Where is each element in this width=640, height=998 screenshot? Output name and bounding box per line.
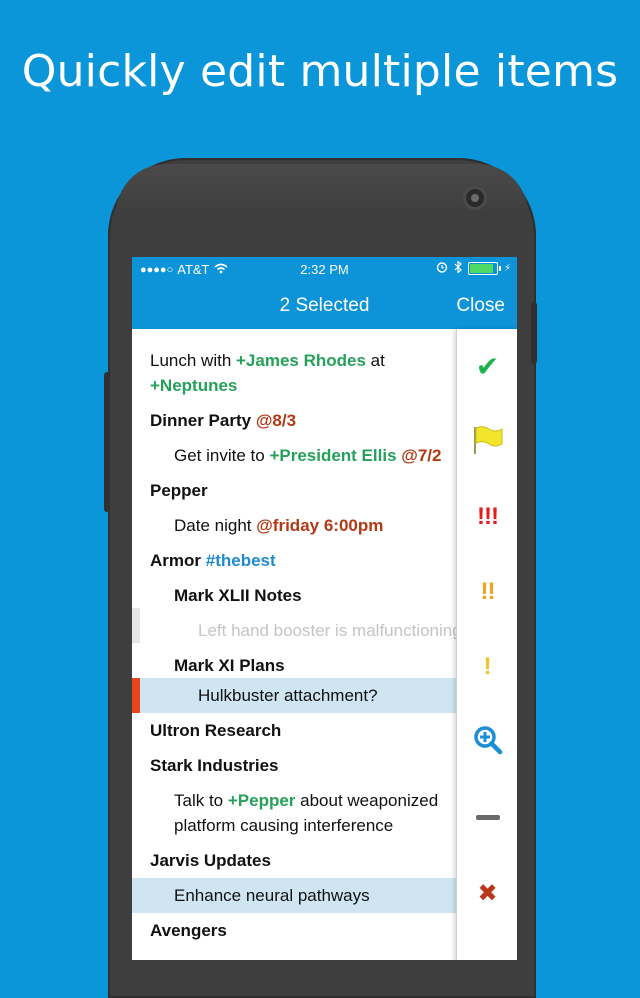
priority-medium-button[interactable]: !! [457,572,517,612]
complete-button[interactable]: ✔ [457,347,517,387]
priority-high-icon: !!! [477,503,499,530]
charging-icon: ⚡ [503,263,511,274]
contact-tag[interactable]: +Neptunes [150,376,237,395]
minus-icon [475,814,500,820]
priority-low-icon: ! [483,653,492,680]
power-button [531,302,537,364]
batch-action-sidebar: ✔ !!! !! ! ✖ [456,329,517,960]
priority-marker [132,678,140,713]
priority-medium-icon: !! [480,578,496,605]
delete-button[interactable]: ✖ [457,874,517,914]
alarm-icon [436,261,448,276]
collapse-button[interactable] [457,797,517,837]
contact-tag[interactable]: +Pepper [228,791,296,810]
app-screen: ●●●●○ AT&T 2:32 PM ⚡ 2 Selected Close Lu… [132,257,517,960]
hashtag[interactable]: #thebest [206,551,276,570]
task-list: Lunch with +James Rhodes at +Neptunes Di… [132,329,456,960]
swipe-indicator [132,608,140,643]
list-item-completed[interactable]: Left hand booster is malfunctioning [132,608,456,643]
list-item[interactable]: Mark XI Plans [132,643,456,678]
list-item[interactable]: Ultron Research [132,713,456,743]
zoom-in-button[interactable] [457,722,517,762]
priority-low-button[interactable]: ! [457,647,517,687]
bluetooth-icon [454,260,462,276]
list-item[interactable]: Get invite to +President Ellis @7/2 [132,433,456,468]
list-item-selected[interactable]: Enhance neural pathways [132,878,456,913]
flag-icon [471,425,505,460]
list-item[interactable]: Armor #thebest [132,538,456,573]
headline: Quickly edit multiple items [21,46,619,97]
date-tag: @7/2 [396,446,442,465]
nav-bar: 2 Selected Close [132,281,517,329]
list-item[interactable]: Avengers [132,913,456,943]
date-tag: @8/3 [255,411,297,430]
date-tag: @friday 6:00pm [256,516,384,535]
list-item[interactable]: Lunch with +James Rhodes at [132,329,456,373]
camera-icon [466,189,484,207]
list-item[interactable]: Date night @friday 6:00pm [132,503,456,538]
list-item-continued: platform causing interference [174,816,394,835]
list-item[interactable]: Mark XLII Notes [132,573,456,608]
status-bar: ●●●●○ AT&T 2:32 PM ⚡ [132,257,517,281]
close-button[interactable]: Close [456,295,505,317]
volume-button [104,372,110,512]
zoom-in-icon [473,725,503,760]
contact-tag[interactable]: +President Ellis [269,446,396,465]
contact-tag[interactable]: +James Rhodes [236,351,366,370]
battery-icon [467,262,501,275]
list-item[interactable]: Talk to +Pepper about weaponized [132,778,456,813]
checkmark-icon: ✔ [475,351,500,382]
delete-icon: ✖ [477,880,498,907]
list-item-continued: +Neptunes [132,373,456,398]
list-item[interactable]: Stark Industries [132,743,456,778]
list-item[interactable]: Jarvis Updates [132,838,456,873]
list-item[interactable]: Pepper [132,468,456,503]
list-item-selected[interactable]: Hulkbuster attachment? [132,678,456,713]
priority-high-button[interactable]: !!! [457,497,517,537]
flag-button[interactable] [457,422,517,462]
list-item[interactable]: Dinner Party @8/3 [132,398,456,433]
